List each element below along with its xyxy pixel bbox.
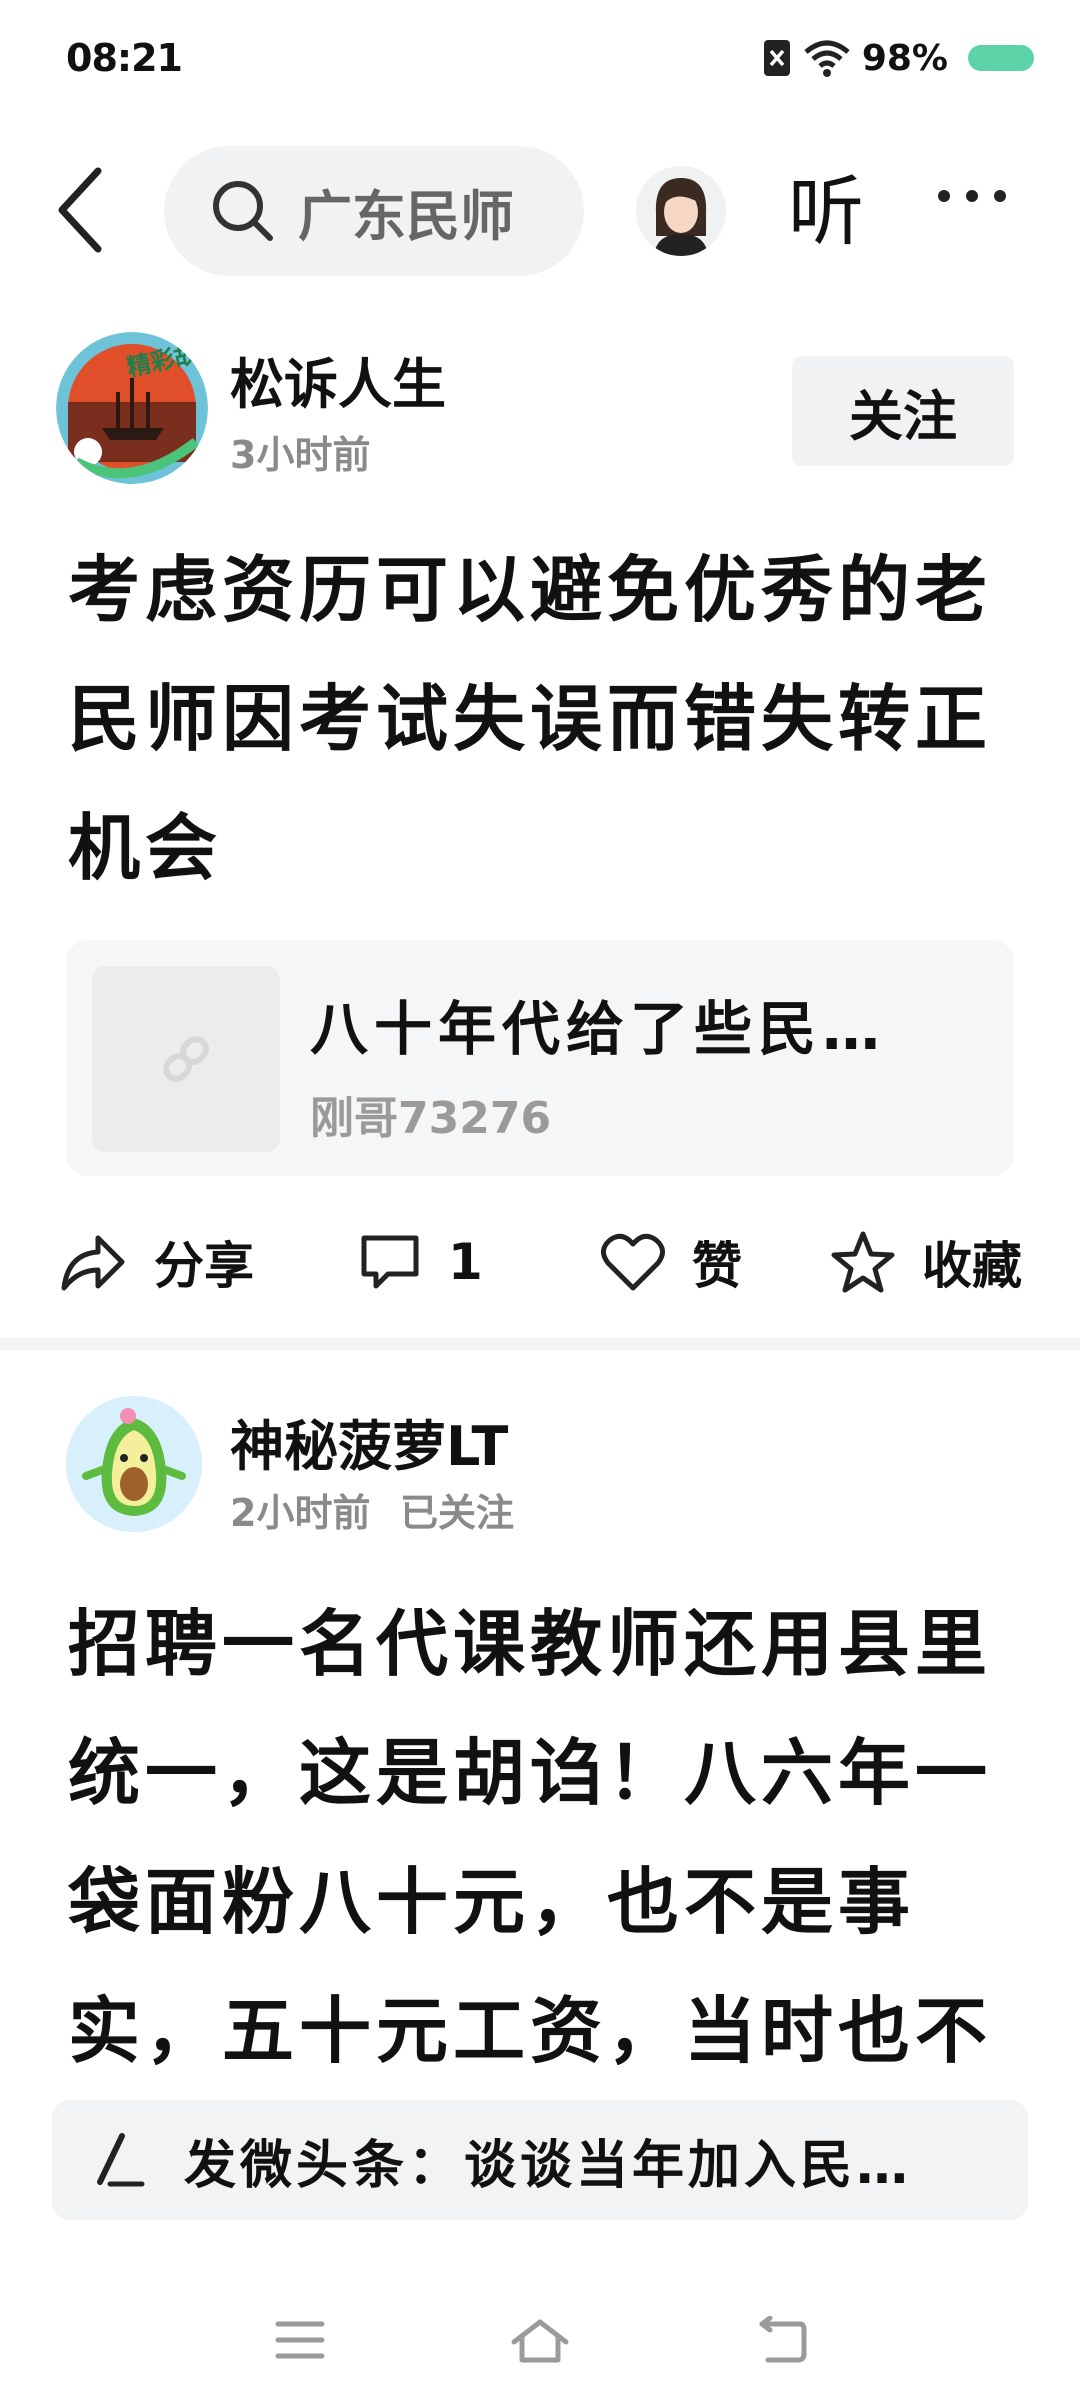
menu-icon <box>275 2321 325 2359</box>
post-body-line: 实，五十元工资，当时也不 <box>68 1989 993 2073</box>
comment-button[interactable]: 1 <box>358 1222 483 1302</box>
back-arrow-icon <box>759 2316 807 2363</box>
author-avatar-image: 精彩故事 <box>56 332 208 484</box>
battery-percent: 98% <box>861 37 948 79</box>
home-icon <box>511 2319 569 2363</box>
search-input[interactable]: 广东民师 <box>164 146 584 276</box>
search-icon <box>213 181 273 241</box>
listen-button[interactable]: 听 <box>788 164 864 260</box>
compose-label: 发微头条：谈谈当年加入民… <box>184 2135 913 2196</box>
status-icons: 98% <box>762 34 1034 82</box>
comment-icon <box>361 1235 419 1289</box>
status-time: 08:21 <box>66 36 183 80</box>
search-query: 广东民师 <box>298 184 514 248</box>
post-body[interactable]: 招聘一名代课教师还用县里 统一，这是胡诌！八六年一 袋面粉八十元，也不是事 实，… <box>68 1580 1028 2096</box>
follow-status[interactable]: 已关注 <box>400 1482 514 1537</box>
like-label: 赞 <box>692 1237 742 1295</box>
wifi-icon <box>804 40 850 77</box>
post-time: 3小时前 <box>230 433 371 477</box>
author-avatar[interactable] <box>66 1396 202 1532</box>
follow-button[interactable]: 关注 <box>792 356 1014 466</box>
post-title-line: 考虑资历可以避免优秀的老 <box>68 548 993 632</box>
chevron-left-icon <box>58 167 102 253</box>
avatar-icon <box>636 166 726 256</box>
share-button[interactable]: 分享 <box>58 1222 254 1302</box>
star-icon <box>831 1231 895 1293</box>
link-thumbnail <box>92 966 280 1152</box>
sim-off-icon <box>763 40 790 76</box>
back-button[interactable] <box>54 160 124 260</box>
post-title-line: 民师因考试失误而错失转正 <box>68 677 993 761</box>
link-title: 八十年代给了些民… <box>310 995 887 1063</box>
post-body-line: 招聘一名代课教师还用县里 <box>68 1602 993 1686</box>
more-options-icon[interactable] <box>938 190 1006 202</box>
post-body-line: 统一，这是胡诌！八六年一 <box>68 1731 993 1815</box>
author-name[interactable]: 松诉人生 <box>230 340 446 419</box>
battery-icon <box>968 45 1034 71</box>
quoted-link-card[interactable]: 八十年代给了些民… 刚哥73276 <box>66 940 1014 1176</box>
share-icon <box>61 1235 125 1291</box>
menu-nav-button[interactable] <box>270 2310 330 2370</box>
link-icon <box>163 1036 209 1082</box>
link-author: 刚哥73276 <box>310 1093 552 1144</box>
collect-label: 收藏 <box>922 1237 1022 1295</box>
collect-button[interactable]: 收藏 <box>830 1222 1022 1302</box>
author-name[interactable]: 神秘菠萝LT <box>230 1402 508 1481</box>
feed-divider <box>0 1338 1080 1350</box>
post-title-line: 机会 <box>68 806 223 890</box>
post-title[interactable]: 考虑资历可以避免优秀的老 民师因考试失误而错失转正 机会 <box>68 526 1028 913</box>
back-nav-button[interactable] <box>752 2310 812 2370</box>
post-body-line: 袋面粉八十元，也不是事 <box>68 1860 916 1944</box>
avocado-avatar-image <box>66 1396 202 1532</box>
share-label: 分享 <box>154 1237 254 1295</box>
pen-icon <box>97 2133 145 2187</box>
author-avatar[interactable]: 精彩故事 <box>56 332 208 484</box>
assistant-avatar[interactable] <box>636 166 726 256</box>
comment-count: 1 <box>448 1233 483 1291</box>
compose-bar[interactable]: 发微头条：谈谈当年加入民… <box>52 2100 1028 2220</box>
like-button[interactable]: 赞 <box>600 1222 742 1302</box>
home-nav-button[interactable] <box>510 2310 570 2370</box>
post-time: 2小时前 <box>230 1491 371 1535</box>
heart-icon <box>601 1233 665 1291</box>
